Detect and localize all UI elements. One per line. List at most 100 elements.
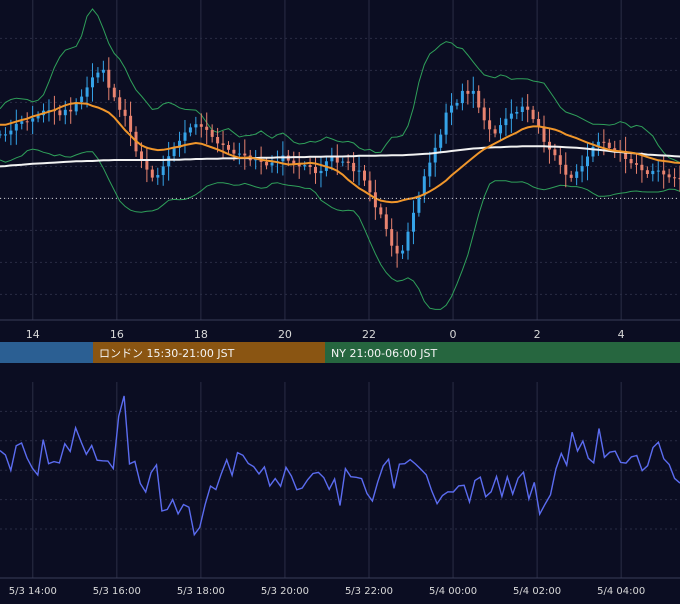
- osc-x-tick-label: 5/4 04:00: [597, 586, 645, 597]
- candle-body: [102, 70, 105, 73]
- osc-x-tick-label: 5/3 22:00: [345, 586, 393, 597]
- osc-x-tick-label: 5/4 02:00: [513, 586, 561, 597]
- candle-body: [200, 124, 203, 127]
- candle-body: [450, 106, 453, 113]
- session-label: ロンドン 15:30-21:00 JST: [99, 347, 235, 360]
- candle-body: [194, 124, 197, 127]
- osc-x-tick-label: 5/3 14:00: [9, 586, 57, 597]
- candle-body: [646, 170, 649, 174]
- session-bar: ロンドン 15:30-21:00 JSTNY 21:00-06:00 JST: [0, 342, 680, 363]
- candle-body: [417, 196, 420, 213]
- chart-canvas: 1416182022024 ロンドン 15:30-21:00 JSTNY 21:…: [0, 0, 680, 600]
- candle-body: [363, 171, 366, 181]
- candle-body: [91, 77, 94, 87]
- candle-body: [358, 171, 361, 172]
- candle-body: [434, 148, 437, 163]
- candle-body: [189, 127, 192, 132]
- price-x-tick-label: 16: [110, 328, 124, 341]
- candle-body: [80, 97, 83, 102]
- candle-body: [162, 166, 165, 175]
- candle-body: [504, 119, 507, 125]
- candle-body: [69, 110, 72, 112]
- candle-body: [140, 151, 143, 159]
- candle-body: [466, 91, 469, 94]
- candle-body: [630, 159, 633, 163]
- candle-body: [167, 156, 170, 166]
- candle-body: [271, 163, 274, 166]
- candle-body: [651, 171, 654, 174]
- candle-body: [526, 107, 529, 110]
- candle-body: [86, 87, 89, 96]
- candle-body: [488, 120, 491, 129]
- candle-body: [184, 133, 187, 141]
- candle-body: [320, 171, 323, 173]
- candle-body: [472, 91, 475, 94]
- chart-root: 1416182022024 ロンドン 15:30-21:00 JSTNY 21:…: [0, 0, 680, 600]
- candle-body: [532, 110, 535, 119]
- candle-body: [499, 125, 502, 133]
- session-band: [0, 342, 93, 363]
- candle-body: [385, 214, 388, 229]
- candle-body: [608, 143, 611, 148]
- candle-body: [352, 163, 355, 171]
- price-x-tick-label: 14: [26, 328, 40, 341]
- price-x-tick-label: 2: [534, 328, 541, 341]
- candle-body: [537, 119, 540, 126]
- candle-body: [586, 157, 589, 167]
- candle-body: [640, 165, 643, 170]
- candle-body: [368, 181, 371, 193]
- candle-body: [407, 232, 410, 251]
- candle-body: [205, 127, 208, 130]
- candle-body: [309, 165, 312, 167]
- candle-body: [26, 121, 29, 122]
- candle-body: [113, 88, 116, 98]
- candle-body: [456, 103, 459, 106]
- candle-body: [211, 130, 214, 137]
- candle-body: [151, 170, 154, 178]
- osc-x-tick-label: 5/4 00:00: [429, 586, 477, 597]
- candle-body: [602, 142, 605, 143]
- candle-body: [521, 107, 524, 112]
- candle-body: [564, 165, 567, 175]
- candle-body: [216, 137, 219, 143]
- candle-body: [581, 166, 584, 171]
- candle-body: [20, 121, 23, 124]
- candle-body: [243, 154, 246, 156]
- price-x-tick-label: 18: [194, 328, 208, 341]
- candle-body: [553, 149, 556, 155]
- osc-x-tick-label: 5/3 18:00: [177, 586, 225, 597]
- candle-body: [129, 116, 132, 132]
- candle-body: [559, 155, 562, 165]
- candle-body: [390, 229, 393, 246]
- candle-body: [461, 91, 464, 103]
- price-x-tick-label: 22: [362, 328, 376, 341]
- candle-body: [156, 175, 159, 178]
- candle-body: [15, 124, 18, 131]
- candle-body: [570, 175, 573, 178]
- candle-body: [401, 251, 404, 254]
- osc-x-tick-label: 5/3 20:00: [261, 586, 309, 597]
- candle-body: [0, 134, 2, 135]
- price-x-tick-label: 0: [450, 328, 457, 341]
- candle-body: [483, 108, 486, 121]
- candle-body: [575, 172, 578, 178]
- candle-body: [107, 70, 110, 88]
- candle-body: [336, 157, 339, 163]
- candle-body: [428, 163, 431, 177]
- candle-body: [64, 110, 67, 115]
- candle-body: [439, 135, 442, 148]
- candle-body: [543, 126, 546, 141]
- candle-body: [222, 143, 225, 145]
- price-x-tick-label: 20: [278, 328, 292, 341]
- candle-body: [303, 165, 306, 166]
- candle-body: [124, 110, 127, 116]
- candle-body: [341, 162, 344, 163]
- candle-body: [4, 134, 7, 135]
- osc-x-tick-label: 5/3 16:00: [93, 586, 141, 597]
- candle-body: [118, 97, 121, 110]
- candle-body: [31, 118, 34, 121]
- candle-body: [227, 145, 230, 150]
- candle-body: [265, 162, 268, 166]
- candle-body: [477, 91, 480, 108]
- candle-body: [494, 129, 497, 133]
